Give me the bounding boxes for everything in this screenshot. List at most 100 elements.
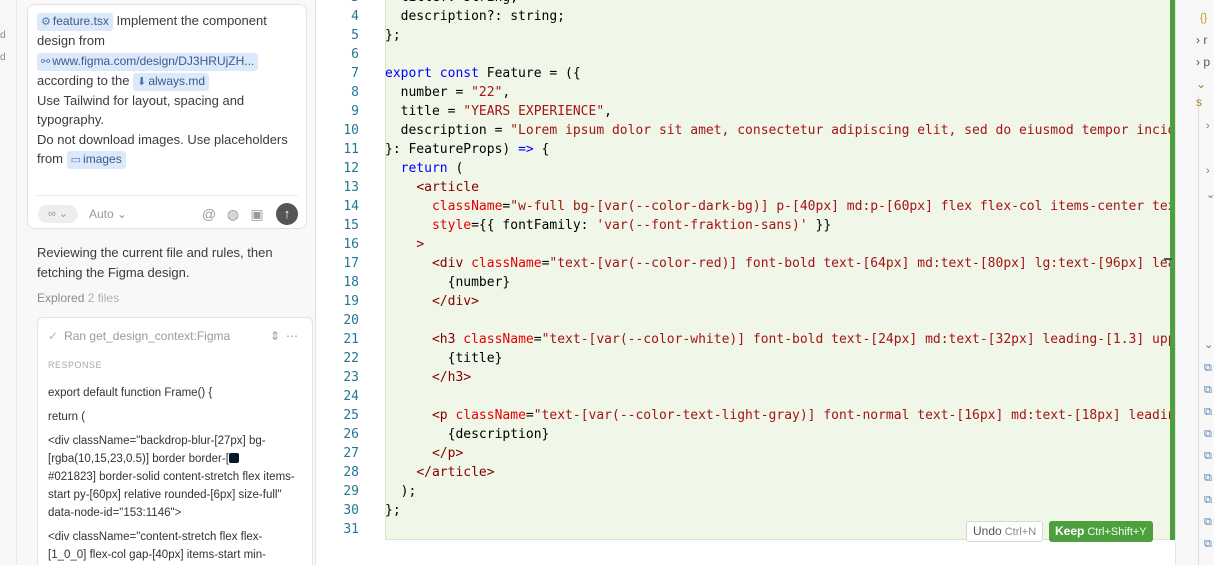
- code-line[interactable]: className="w-full bg-[var(--color-dark-b…: [385, 197, 1175, 216]
- code-line[interactable]: {number}: [385, 273, 1175, 292]
- code-token: export const: [385, 66, 487, 81]
- code-content[interactable]: title?: string; description?: string;}; e…: [385, 0, 1175, 539]
- code-line[interactable]: <h3 className="text-[var(--color-white)]…: [385, 330, 1175, 349]
- model-selector[interactable]: Auto ⌄: [89, 205, 127, 223]
- code-token: style: [431, 218, 472, 233]
- code-token: className: [463, 332, 534, 347]
- code-line[interactable]: };: [385, 26, 1175, 45]
- code-line[interactable]: title = "YEARS EXPERIENCE",: [385, 102, 1175, 121]
- code-line[interactable]: </p>: [385, 444, 1175, 463]
- assistant-status-text: Reviewing the current file and rules, th…: [37, 245, 273, 280]
- globe-icon[interactable]: ◍: [224, 205, 242, 223]
- tree-item[interactable]: › r: [1196, 31, 1207, 49]
- line-number: 17: [343, 256, 359, 271]
- keep-button[interactable]: Keep Ctrl+Shift+Y: [1049, 521, 1153, 542]
- code-token: =: [525, 408, 534, 423]
- figma-link-chip[interactable]: ⚯ www.figma.com/design/DJ3HRUjZH...: [37, 52, 259, 71]
- download-icon: ⬇: [137, 75, 147, 88]
- code-token: "w-full bg-[var(--color-dark-bg)] p-[40p…: [510, 199, 1175, 214]
- code-editor[interactable]: 3 4 5 6 7 8 9 10 11 12 13 14 15 16 17 18 19 20 21 22 23 24 25 2…: [316, 0, 1175, 565]
- code-token: };: [385, 28, 401, 43]
- code-line[interactable]: <div className="text-[var(--color-red)] …: [385, 254, 1175, 273]
- code-line[interactable]: </h3>: [385, 368, 1175, 387]
- code-token: </p>: [431, 446, 464, 461]
- code-token: {description}: [385, 427, 550, 442]
- undo-button[interactable]: Undo Ctrl+N: [966, 521, 1044, 542]
- code-line[interactable]: >: [385, 235, 1175, 254]
- line-number: 4: [351, 9, 359, 24]
- code-line[interactable]: [385, 45, 1175, 64]
- code-line[interactable]: };: [385, 501, 1175, 520]
- code-line[interactable]: style={{ fontFamily: 'var(--font-fraktio…: [385, 216, 1175, 235]
- code-line[interactable]: {title}: [385, 349, 1175, 368]
- code-line[interactable]: </article>: [385, 463, 1175, 482]
- prompt-card[interactable]: ⚙ feature.tsx Implement the component des…: [27, 4, 307, 229]
- image-icon[interactable]: ▣: [248, 205, 266, 223]
- line-number: 13: [343, 180, 359, 195]
- code-line[interactable]: [385, 387, 1175, 406]
- code-token: "text-[var(--color-white)] font-bold tex…: [541, 332, 1175, 347]
- symbol-icon: ⧉: [1204, 516, 1212, 528]
- code-line[interactable]: </div>: [385, 292, 1175, 311]
- code-token: </h3>: [431, 370, 472, 385]
- code-line[interactable]: {description}: [385, 425, 1175, 444]
- code-token: ={{ fontFamily:: [471, 218, 597, 233]
- color-swatch: [228, 453, 239, 463]
- file-chip[interactable]: ⚙ feature.tsx: [37, 13, 113, 31]
- symbol-icon: ⧉: [1204, 406, 1212, 418]
- code-line[interactable]: description?: string;: [385, 7, 1175, 26]
- line-number: 11: [343, 142, 359, 157]
- code-token: return: [400, 161, 448, 176]
- code-line[interactable]: );: [385, 482, 1175, 501]
- tool-call-header[interactable]: ✓ Ran get_design_context:Figma ⇕⋯: [48, 329, 304, 345]
- tree-chevron-icon[interactable]: ⌄: [1206, 188, 1214, 201]
- code-token: description =: [385, 123, 511, 138]
- explored-summary[interactable]: Explored 2 files: [37, 291, 119, 305]
- code-line[interactable]: description = "Lorem ipsum dolor sit ame…: [385, 121, 1175, 140]
- code-line[interactable]: export const Feature = ({: [385, 64, 1175, 83]
- images-folder-chip[interactable]: ▭ images: [66, 151, 126, 169]
- tree-item[interactable]: ⌄ s: [1196, 75, 1214, 109]
- code-line[interactable]: number = "22",: [385, 83, 1175, 102]
- code-token: );: [385, 484, 417, 499]
- gear-icon: ⚙: [41, 16, 51, 28]
- send-button[interactable]: ↑: [276, 203, 298, 225]
- more-icon[interactable]: ⋯: [286, 329, 304, 343]
- code-line[interactable]: [385, 311, 1175, 330]
- code-line[interactable]: title?: string;: [385, 0, 1175, 7]
- code-token: <div: [431, 256, 472, 271]
- code-line[interactable]: <article: [385, 178, 1175, 197]
- tool-response-code: export default function Frame() { return…: [48, 384, 296, 565]
- tool-call-card: ✓ Ran get_design_context:Figma ⇕⋯ RESPONS…: [37, 317, 313, 565]
- prompt-text[interactable]: ⚙ feature.tsx Implement the component des…: [37, 11, 297, 169]
- code-token: {number}: [385, 275, 511, 290]
- left-edge-char: d: [0, 30, 6, 41]
- code-line[interactable]: return (: [385, 159, 1175, 178]
- code-line[interactable]: <p className="text-[var(--color-text-lig…: [385, 406, 1175, 425]
- mode-selector[interactable]: ∞ ⌄: [38, 205, 78, 223]
- response-line: export default function Frame() {: [48, 387, 213, 399]
- code-token: className: [431, 199, 503, 214]
- line-number: 29: [343, 484, 359, 499]
- code-token: "22": [471, 85, 503, 100]
- code-token: };: [385, 503, 401, 518]
- tree-chevron-icon[interactable]: ⌄: [1204, 338, 1213, 351]
- code-token: (: [447, 161, 464, 176]
- code-token: {title}: [385, 351, 503, 366]
- rules-chip[interactable]: ⬇ always.md: [133, 72, 210, 91]
- tree-item[interactable]: {}: [1200, 9, 1207, 27]
- tree-item[interactable]: › p: [1196, 53, 1210, 71]
- code-token: </div>: [431, 294, 479, 309]
- tree-chevron-icon[interactable]: ›: [1206, 120, 1210, 132]
- line-number: 15: [343, 218, 359, 233]
- code-token: }: FeatureProps): [385, 142, 519, 157]
- tree-chevron-icon[interactable]: ›: [1206, 165, 1210, 177]
- mention-icon[interactable]: @: [200, 205, 218, 223]
- link-icon: ⚯: [41, 55, 51, 68]
- code-line[interactable]: }: FeatureProps) => {: [385, 140, 1175, 159]
- expand-icon[interactable]: ⇕: [270, 329, 286, 343]
